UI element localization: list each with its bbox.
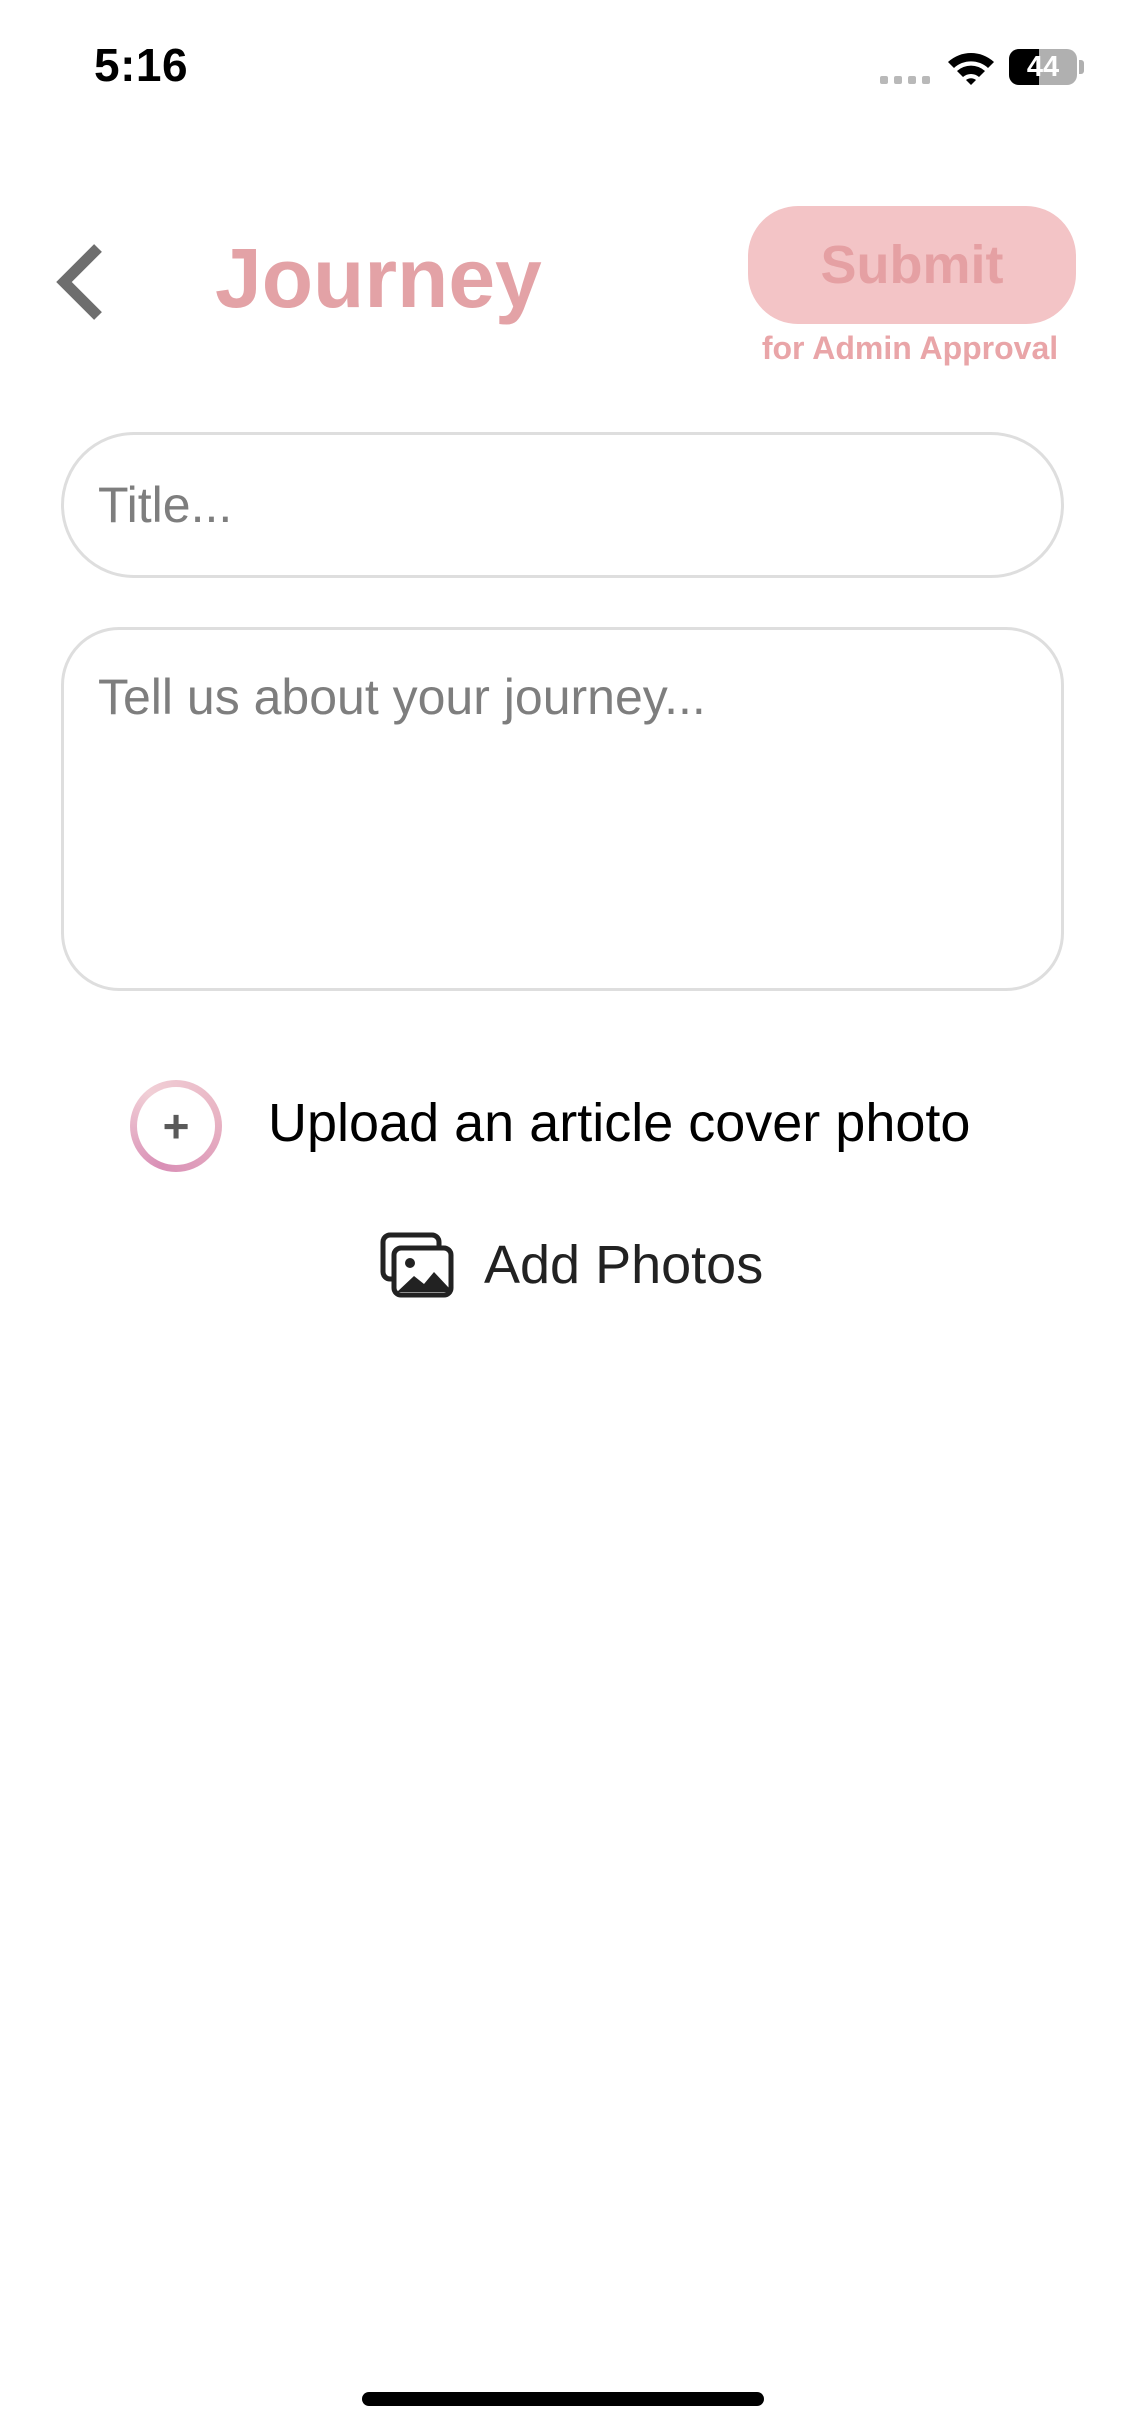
title-input[interactable] — [61, 432, 1064, 578]
page-title: Journey — [215, 231, 542, 325]
plus-circle-icon: + — [130, 1080, 222, 1172]
wifi-icon — [946, 50, 996, 86]
submit-approval-note: for Admin Approval — [761, 330, 1059, 366]
battery-icon: 44 — [1009, 49, 1077, 85]
submit-button[interactable]: Submit — [748, 206, 1076, 324]
upload-cover-photo-button[interactable]: + Upload an article cover photo — [130, 1078, 1010, 1174]
battery-cap — [1079, 60, 1084, 74]
home-indicator[interactable] — [362, 2392, 764, 2406]
journey-story-textarea[interactable] — [61, 627, 1064, 991]
add-photos-label: Add Photos — [484, 1235, 764, 1295]
status-bar-time: 5:16 — [94, 39, 189, 91]
back-button[interactable] — [52, 240, 112, 324]
add-photos-button[interactable]: Add Photos — [380, 1230, 800, 1302]
upload-cover-photo-label: Upload an article cover photo — [268, 1093, 971, 1153]
photo-gallery-icon — [380, 1232, 454, 1298]
chevron-left-icon — [56, 244, 102, 320]
cellular-signal-icon — [880, 70, 934, 84]
battery-level: 44 — [1026, 51, 1060, 83]
